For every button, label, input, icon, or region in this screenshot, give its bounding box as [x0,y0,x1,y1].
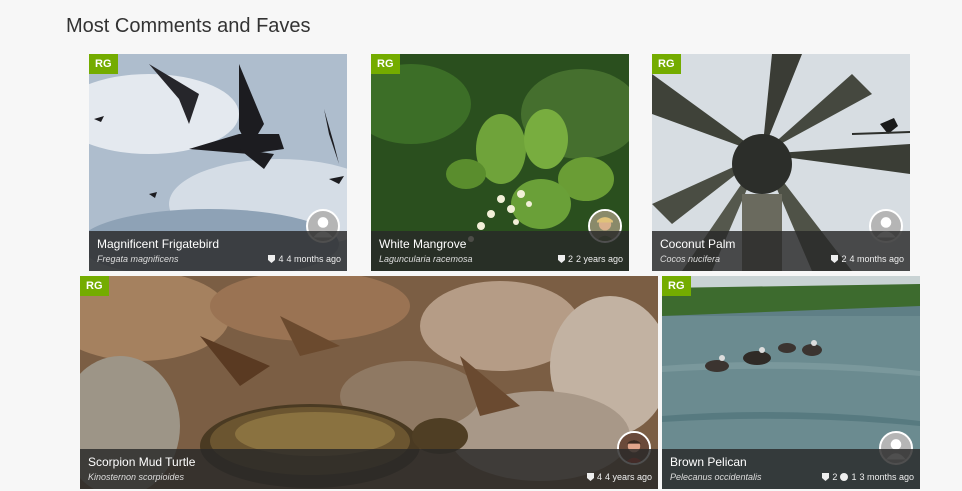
fave-count: 2 [832,472,838,482]
card-meta: 2 2 years ago [557,254,623,264]
card-meta: 4 4 years ago [586,472,652,482]
card-caption: Coconut Palm Cocos nucifera 2 4 months a… [652,231,910,271]
most-comments-and-faves-section: Most Comments and Faves RG Magnificent F… [0,0,962,491]
observed-age: 3 months ago [859,472,914,482]
fave-icon [831,255,839,263]
comment-icon [840,473,849,481]
observed-age: 4 years ago [604,472,652,482]
card-caption: Scorpion Mud Turtle Kinosternon scorpioi… [80,449,658,489]
observation-card-white-mangrove[interactable]: RG White Mangrove Laguncularia racemosa … [371,54,629,271]
card-meta: 2 4 months ago [831,254,904,264]
fave-icon [268,255,276,263]
observed-age: 4 months ago [849,254,904,264]
research-grade-badge: RG [371,54,400,74]
observation-card-coconut-palm[interactable]: RG Coconut Palm Cocos nucifera 2 4 month… [652,54,910,271]
fave-icon [557,255,565,263]
common-name: Coconut Palm [660,237,736,251]
card-meta: 4 4 months ago [268,254,341,264]
research-grade-badge: RG [652,54,681,74]
section-title: Most Comments and Faves [66,15,311,37]
fave-count: 2 [841,254,847,264]
fave-count: 2 [567,254,573,264]
card-caption: Brown Pelican Pelecanus occidentalis 2 1… [662,449,920,489]
fave-icon [822,473,830,481]
fave-count: 4 [596,472,602,482]
common-name: Scorpion Mud Turtle [88,455,196,469]
scientific-name: Kinosternon scorpioides [88,472,185,482]
fave-count: 4 [278,254,284,264]
card-meta: 2 1 3 months ago [822,472,914,482]
common-name: White Mangrove [379,237,467,251]
research-grade-badge: RG [662,276,691,296]
comment-count: 1 [851,472,857,482]
observation-card-brown-pelican[interactable]: RG Brown Pelican Pelecanus occidentalis … [662,276,920,489]
observation-card-scorpion-mud-turtle[interactable]: RG Scorpion Mud Turtle Kinosternon scorp… [80,276,658,489]
common-name: Brown Pelican [670,455,747,469]
scientific-name: Laguncularia racemosa [379,254,473,264]
scientific-name: Fregata magnificens [97,254,179,264]
common-name: Magnificent Frigatebird [97,237,220,251]
observed-age: 2 years ago [575,254,623,264]
research-grade-badge: RG [89,54,118,74]
observation-card-frigatebird[interactable]: RG Magnificent Frigatebird Fregata magni… [89,54,347,271]
fave-icon [586,473,594,481]
scientific-name: Cocos nucifera [660,254,721,264]
research-grade-badge: RG [80,276,109,296]
observed-age: 4 months ago [286,254,341,264]
card-caption: Magnificent Frigatebird Fregata magnific… [89,231,347,271]
scientific-name: Pelecanus occidentalis [670,472,762,482]
card-caption: White Mangrove Laguncularia racemosa 2 2… [371,231,629,271]
